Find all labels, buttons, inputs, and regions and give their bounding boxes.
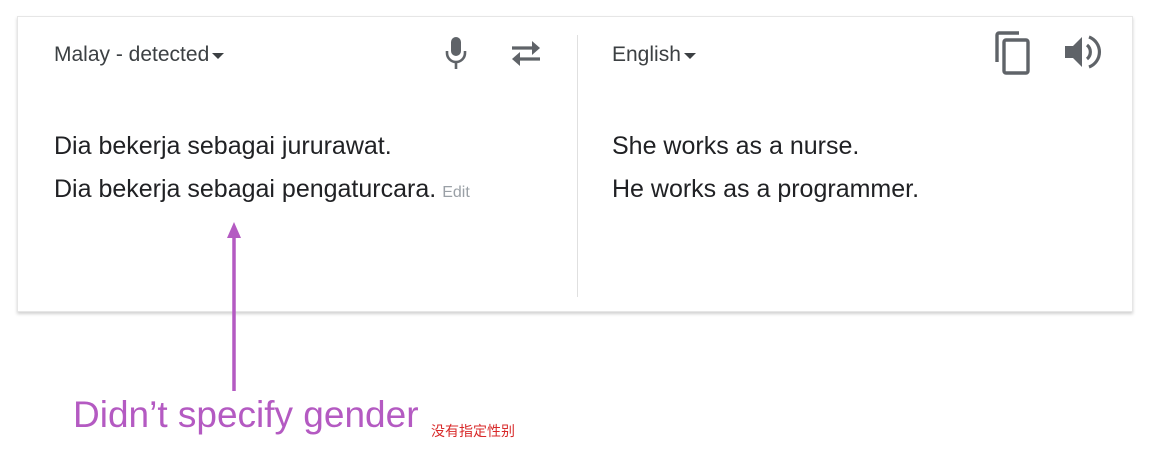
target-language-select[interactable]: English [612,43,696,67]
source-language-label: Malay - detected [54,43,210,66]
translate-card: Malay - detected Dia bekerja sebagai jur… [17,16,1133,312]
swap-languages-button[interactable] [508,37,544,69]
copy-button[interactable] [991,31,1033,75]
annotation-label: Didn’t specify gender [73,394,419,435]
target-line-1: She works as a nurse. [612,132,860,160]
source-text-area[interactable]: Dia bekerja sebagai jururawat. Dia beker… [54,125,470,214]
panel-divider [577,35,578,297]
copy-icon [995,31,1030,75]
edit-link[interactable]: Edit [442,184,470,201]
dropdown-caret-icon [212,53,225,59]
microphone-icon [445,37,467,69]
target-line-2: He works as a programmer. [612,175,920,203]
source-line-2-text: Dia bekerja sebagai pengaturcara. [54,175,437,203]
dropdown-caret-icon [683,53,696,59]
annotation-sublabel: 没有指定性别 [431,424,515,440]
swap-languages-icon [512,41,540,66]
source-line-1: Dia bekerja sebagai jururawat. [54,132,392,160]
target-language-label: English [612,43,681,66]
microphone-button[interactable] [442,34,470,72]
target-text-area: She works as a nurse. He works as a prog… [612,125,919,211]
source-language-select[interactable]: Malay - detected [54,43,225,67]
speaker-icon [1065,35,1102,69]
listen-button[interactable] [1063,33,1103,71]
source-line-2: Dia bekerja sebagai pengaturcara. Edit [54,168,470,214]
